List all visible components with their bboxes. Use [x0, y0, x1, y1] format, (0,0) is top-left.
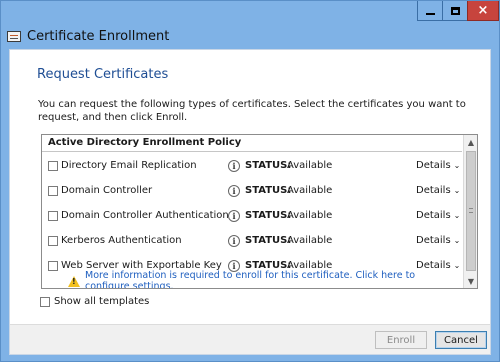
close-button[interactable]: × [467, 1, 499, 21]
scroll-thumb[interactable] [466, 151, 476, 271]
status-value: Available [287, 210, 333, 221]
scroll-up-icon[interactable]: ▲ [464, 135, 477, 149]
close-icon: × [477, 3, 489, 18]
certificate-enrollment-window: × Certificate Enrollment Request Certifi… [0, 0, 500, 362]
info-icon: i [228, 159, 240, 172]
info-icon: i [228, 209, 240, 222]
details-label: Details [416, 185, 451, 196]
title-bar: × Certificate Enrollment [1, 1, 499, 49]
grip-icon [469, 208, 473, 213]
template-row: Domain Controller Authentication i STATU… [42, 203, 462, 228]
chevron-down-icon: ⌄ [453, 211, 461, 220]
show-all-templates-checkbox[interactable] [40, 296, 50, 307]
chevron-down-icon: ⌄ [453, 161, 461, 170]
template-name: Domain Controller [61, 185, 153, 196]
template-checkbox[interactable] [48, 160, 58, 171]
page-title: Request Certificates [37, 67, 169, 82]
enroll-button[interactable]: Enroll [375, 331, 427, 349]
status-value: Available [287, 160, 333, 171]
status-value: Available [287, 185, 333, 196]
warning-icon [68, 275, 80, 287]
details-toggle[interactable]: Details ⌄ [416, 235, 460, 246]
show-all-templates-option[interactable]: Show all templates [40, 296, 149, 307]
configuration-warning: More information is required to enroll f… [42, 270, 462, 288]
details-toggle[interactable]: Details ⌄ [416, 185, 460, 196]
template-name: Domain Controller Authentication [61, 210, 229, 221]
template-checkbox[interactable] [48, 185, 58, 196]
vertical-scrollbar[interactable]: ▲ ▼ [463, 135, 477, 288]
template-checkbox[interactable] [48, 210, 58, 221]
button-bar: Enroll Cancel [10, 324, 490, 354]
wizard-page: Request Certificates You can request the… [9, 49, 491, 355]
chevron-down-icon: ⌄ [453, 236, 461, 245]
template-row: Domain Controller i STATUS: Available De… [42, 178, 462, 203]
status-key: STATUS: [245, 160, 292, 171]
window-title: Certificate Enrollment [27, 29, 170, 44]
chevron-down-icon: ⌄ [453, 186, 461, 195]
chevron-down-icon: ⌄ [453, 261, 461, 270]
scroll-down-icon[interactable]: ▼ [464, 274, 477, 288]
info-icon: i [228, 234, 240, 247]
show-all-templates-label: Show all templates [54, 296, 150, 307]
intro-text: You can request the following types of c… [38, 99, 466, 123]
maximize-icon [450, 6, 460, 15]
configure-settings-link[interactable]: More information is required to enroll f… [85, 270, 462, 288]
certificate-app-icon [7, 31, 21, 42]
template-name: Directory Email Replication [61, 160, 197, 171]
details-label: Details [416, 235, 451, 246]
details-toggle[interactable]: Details ⌄ [416, 160, 460, 171]
template-name: Kerberos Authentication [61, 235, 182, 246]
info-icon: i [228, 184, 240, 197]
cancel-button[interactable]: Cancel [435, 331, 487, 349]
template-rows: Directory Email Replication i STATUS: Av… [42, 153, 462, 278]
template-checkbox[interactable] [48, 260, 58, 271]
maximize-button[interactable] [442, 1, 468, 21]
template-checkbox[interactable] [48, 235, 58, 246]
status-key: STATUS: [245, 210, 292, 221]
details-label: Details [416, 160, 451, 171]
status-value: Available [287, 235, 333, 246]
status-key: STATUS: [245, 235, 292, 246]
details-toggle[interactable]: Details ⌄ [416, 210, 460, 221]
details-label: Details [416, 210, 451, 221]
minimize-icon [425, 12, 435, 15]
enrollment-policy-header: Active Directory Enrollment Policy [42, 135, 462, 152]
template-row: Directory Email Replication i STATUS: Av… [42, 153, 462, 178]
status-key: STATUS: [245, 185, 292, 196]
template-row: Kerberos Authentication i STATUS: Availa… [42, 228, 462, 253]
certificate-template-list: Active Directory Enrollment Policy Direc… [41, 134, 478, 289]
minimize-button[interactable] [417, 1, 443, 21]
